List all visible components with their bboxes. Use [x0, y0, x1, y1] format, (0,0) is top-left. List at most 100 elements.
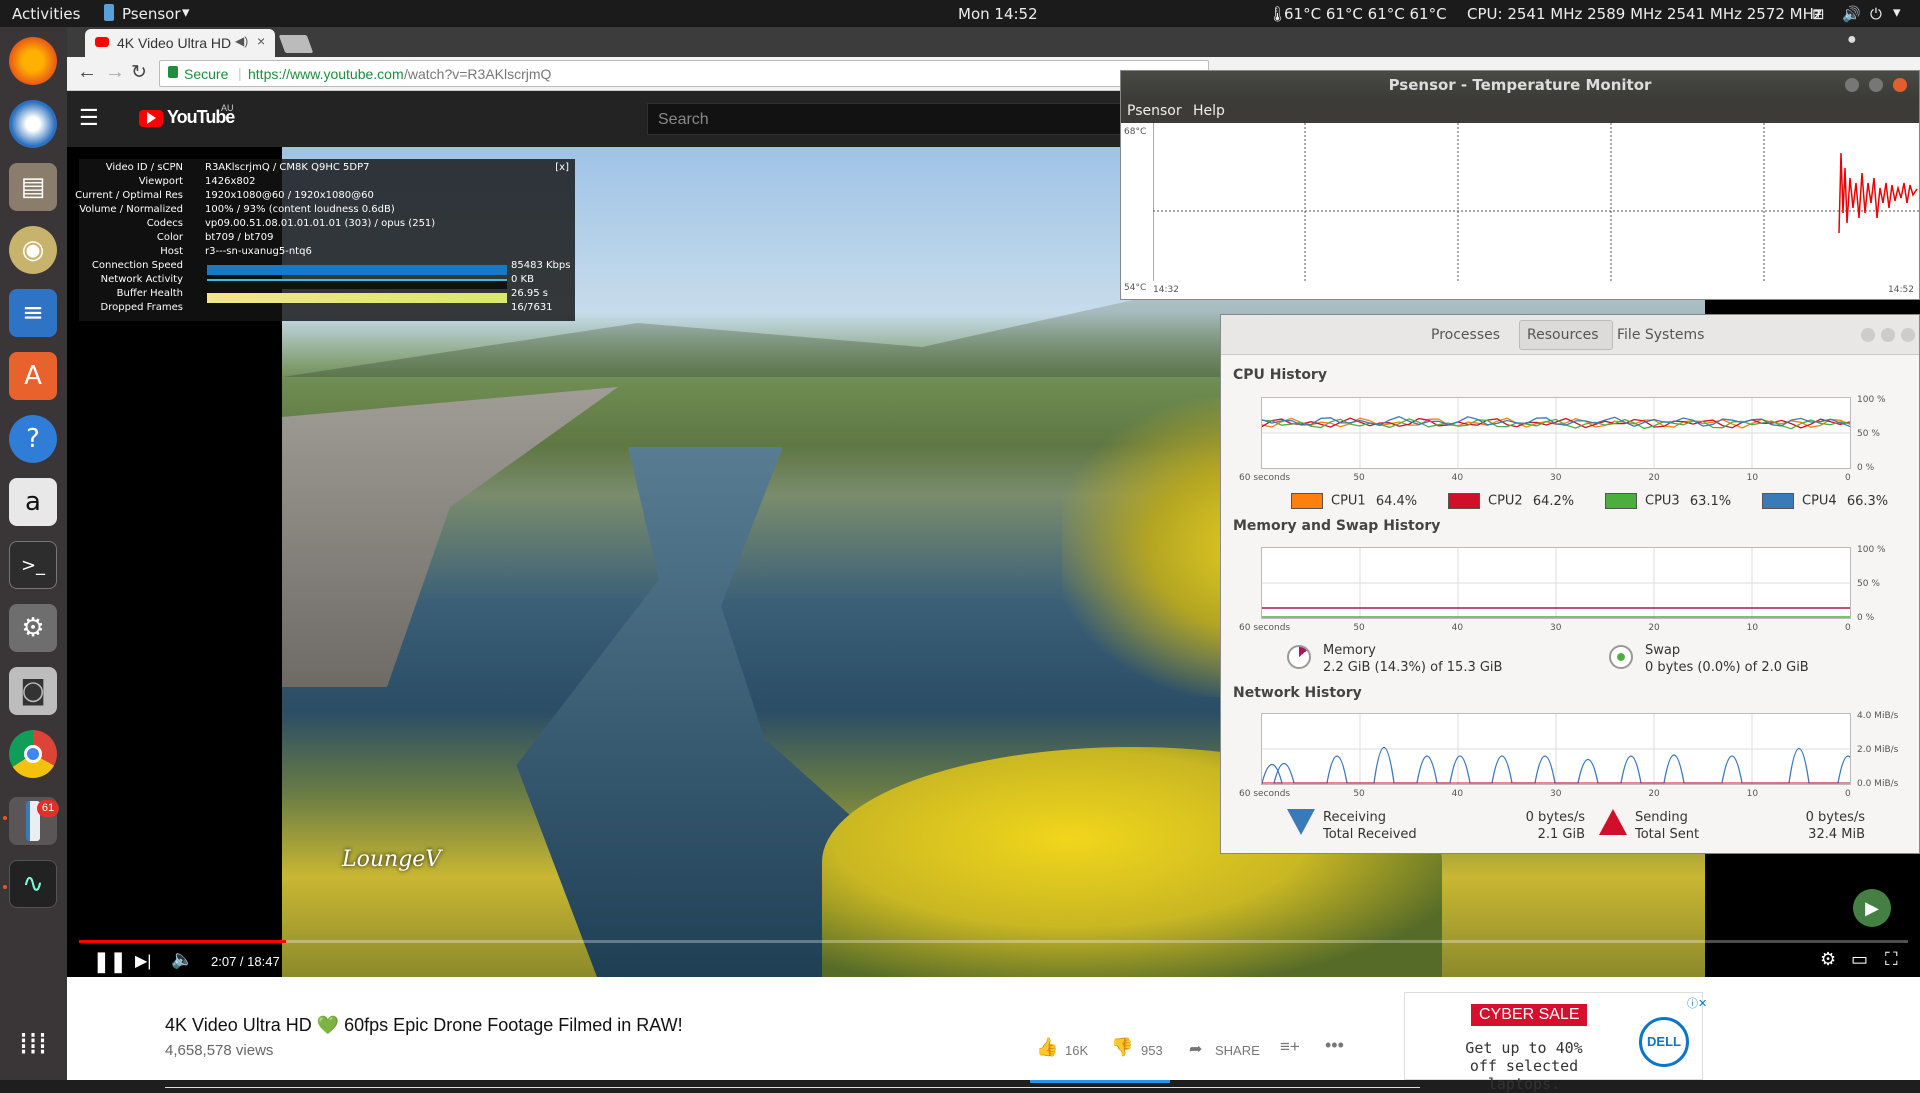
power-icon[interactable]: ⏻	[1870, 5, 1882, 23]
chevron-down-icon[interactable]: ▾	[182, 3, 190, 21]
pause-icon[interactable]: ❚❚	[93, 949, 127, 974]
cpu-legend-item[interactable]: CPU2 64.2%	[1448, 493, 1574, 509]
dock: ▤ ◉ ≡ A ? a >_ ⚙ ◙ 61 ∿ ⁞⁞⁞	[0, 27, 67, 1080]
legend-swatch[interactable]	[1762, 493, 1794, 509]
reload-icon[interactable]: ↻	[131, 61, 147, 84]
audio-icon[interactable]: ◀)	[235, 34, 248, 48]
app-grid-icon[interactable]: ⁞⁞⁞	[9, 1020, 57, 1068]
url-path: /watch?v=R3AKlscrjmQ	[404, 66, 552, 82]
x-tick-label: 60 seconds	[1239, 789, 1291, 799]
x-tick-label: 40	[1451, 473, 1464, 483]
progress-track[interactable]	[79, 940, 1908, 943]
stats-key: Codecs	[146, 218, 183, 229]
dislike-icon[interactable]: 👎	[1111, 1037, 1133, 1058]
cpu-frequencies[interactable]: CPU: 2541 MHz 2589 MHz 2541 MHz 2572 MHz	[1467, 5, 1822, 23]
y-max-label: 68°C	[1124, 127, 1147, 137]
camera-icon[interactable]: ◙	[9, 667, 57, 715]
menu-help[interactable]: Help	[1193, 103, 1225, 119]
search-input[interactable]: Search	[647, 103, 1127, 135]
address-bar[interactable]: Secure | https://www.youtube.com /watch?…	[159, 60, 1209, 87]
tab-file-systems[interactable]: File Systems	[1617, 327, 1704, 343]
thunderbird-icon[interactable]	[9, 100, 57, 148]
minimize-icon[interactable]	[1861, 328, 1875, 342]
stats-value: 16/7631	[511, 302, 553, 313]
settings-icon[interactable]: ⚙	[1820, 949, 1836, 970]
ad-panel[interactable]: CYBER SALE Get up to 40% off selected la…	[1404, 992, 1707, 1093]
back-icon[interactable]: ←	[77, 61, 97, 84]
system-monitor-icon[interactable]: ∿	[9, 860, 57, 908]
writer-icon[interactable]: ≡	[9, 289, 57, 337]
stats-for-nerds-panel: [x] Video ID / sCPN R3AKlscrjmQ / CM8K Q9…	[75, 159, 575, 321]
settings-icon[interactable]: ⚙	[9, 604, 57, 652]
network-plot	[1261, 714, 1859, 784]
total-received-value: 2.1 GiB	[1537, 827, 1585, 842]
x-tick-label: 20	[1648, 473, 1660, 483]
firefox-icon[interactable]	[9, 37, 57, 85]
activities-button[interactable]: Activities	[12, 5, 80, 23]
cpu-name: CPU1	[1331, 493, 1366, 509]
temperatures[interactable]: 61°C 61°C 61°C 61°C	[1284, 5, 1447, 23]
stats-value: 26.95 s	[511, 288, 549, 299]
dislike-count: 953	[1141, 1043, 1163, 1058]
like-icon[interactable]: 👍	[1036, 1037, 1058, 1058]
app-menu[interactable]: Psensor	[122, 5, 181, 23]
divider	[165, 1087, 1420, 1088]
profile-icon[interactable]: ●	[1847, 31, 1857, 49]
video-title: 4K Video Ultra HD 💚 60fps Epic Drone Foo…	[165, 1015, 683, 1035]
menu-icon[interactable]: ☰	[79, 105, 99, 131]
menu-psensor[interactable]: Psensor	[1127, 103, 1182, 119]
memory-graph	[1261, 547, 1851, 619]
add-to-playlist-icon[interactable]: ≡+	[1280, 1037, 1300, 1057]
new-tab-button[interactable]	[278, 35, 314, 53]
stats-key: Viewport	[138, 176, 183, 187]
stats-row: Volume / Normalized 100% / 93% (content l…	[79, 204, 559, 218]
clock[interactable]: Mon 14:52	[958, 5, 1038, 23]
next-icon[interactable]: ▶|	[135, 951, 151, 971]
fullscreen-icon[interactable]: ⛶	[1885, 949, 1898, 970]
close-icon[interactable]	[1893, 78, 1907, 92]
receiving-label: Receiving	[1323, 810, 1387, 825]
volume-icon[interactable]: 🔊	[1842, 5, 1861, 23]
network-icon[interactable]: ⊞	[1812, 5, 1825, 23]
amazon-icon[interactable]: a	[9, 478, 57, 526]
volume-icon[interactable]: 🔈	[171, 949, 193, 970]
share-button[interactable]: SHARE	[1215, 1043, 1260, 1058]
legend-swatch[interactable]	[1605, 493, 1637, 509]
more-icon[interactable]: •••	[1325, 1035, 1344, 1056]
rhythmbox-icon[interactable]: ◉	[9, 226, 57, 274]
files-icon[interactable]: ▤	[9, 163, 57, 211]
tab-resources[interactable]: Resources	[1527, 327, 1599, 343]
legend-swatch[interactable]	[1448, 493, 1480, 509]
cpu-legend-item[interactable]: CPU1 64.4%	[1291, 493, 1417, 509]
x-tick-label: 10	[1746, 473, 1759, 483]
stats-row: Viewport 1426x802	[79, 176, 559, 190]
search-placeholder: Search	[658, 111, 709, 128]
legend-swatch[interactable]	[1291, 493, 1323, 509]
ad-close-icon[interactable]: ⓘ✕	[1687, 995, 1707, 1011]
network-graph	[1261, 713, 1859, 785]
tab-processes[interactable]: Processes	[1431, 327, 1500, 343]
minimize-icon[interactable]	[1845, 78, 1859, 92]
browser-tab[interactable]: 4K Video Ultra HD ◀) ×	[85, 29, 275, 57]
network-history-title: Network History	[1233, 685, 1362, 701]
maximize-icon[interactable]	[1869, 78, 1883, 92]
cpu-legend-item[interactable]: CPU3 63.1%	[1605, 493, 1731, 509]
swap-label: Swap	[1645, 643, 1681, 658]
chevron-down-icon[interactable]: ▾	[1893, 3, 1901, 21]
terminal-icon[interactable]: >_	[9, 541, 57, 589]
maximize-icon[interactable]	[1881, 328, 1895, 342]
share-icon[interactable]: ➦	[1189, 1039, 1202, 1059]
help-icon[interactable]: ?	[9, 415, 57, 463]
software-center-icon[interactable]: A	[9, 352, 57, 400]
stats-key: Current / Optimal Res	[75, 190, 183, 201]
chrome-icon[interactable]	[9, 730, 57, 778]
close-tab-icon[interactable]: ×	[257, 33, 265, 49]
running-indicator	[3, 885, 7, 889]
psensor-titlebar[interactable]: Psensor - Temperature Monitor	[1121, 71, 1919, 99]
close-icon[interactable]	[1901, 328, 1915, 342]
theater-mode-icon[interactable]: ▭	[1851, 949, 1868, 970]
youtube-favicon-icon	[95, 37, 109, 47]
next-video-icon[interactable]: ▶	[1853, 889, 1891, 927]
forward-icon[interactable]: →	[105, 61, 125, 84]
cpu-legend-item[interactable]: CPU4 66.3%	[1762, 493, 1888, 509]
